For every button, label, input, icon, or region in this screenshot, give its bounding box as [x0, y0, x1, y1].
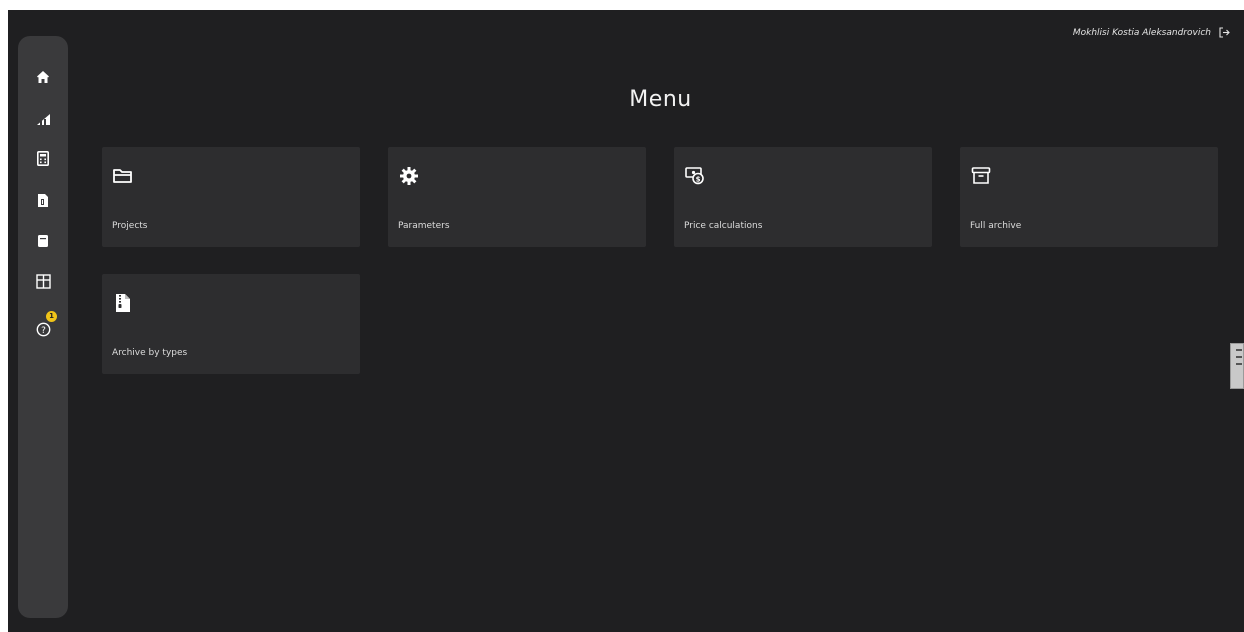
- card-parameters[interactable]: Parameters: [388, 147, 646, 247]
- document-icon: [38, 193, 48, 207]
- home-icon: [37, 71, 49, 83]
- card-label: Projects: [112, 221, 148, 231]
- user-menu[interactable]: Mokhlisi Kostia Aleksandrovich: [1073, 27, 1230, 38]
- card-label: Archive by types: [112, 348, 188, 358]
- svg-text:$: $: [696, 175, 701, 183]
- sidebar-item-home[interactable]: [32, 66, 54, 88]
- side-panel-handle[interactable]: [1230, 343, 1244, 389]
- map-icon: [35, 273, 51, 289]
- card-label: Parameters: [398, 221, 450, 231]
- money-icon: $: [685, 167, 704, 185]
- help-icon: ?: [36, 322, 50, 336]
- sidebar: ? 1: [18, 36, 68, 618]
- card-price-calculations[interactable]: $ Price calculations: [674, 147, 932, 247]
- app-window: ? 1 Mokhlisi Kostia Aleksandrovich Menu …: [8, 10, 1244, 632]
- page-title: Menu: [629, 87, 692, 112]
- sidebar-item-archive[interactable]: [32, 230, 54, 252]
- sidebar-item-calculator[interactable]: [32, 147, 54, 169]
- bar-chart-icon: [36, 114, 50, 125]
- svg-text:?: ?: [41, 326, 46, 336]
- notification-badge: 1: [46, 311, 57, 322]
- user-name: Mokhlisi Kostia Aleksandrovich: [1072, 27, 1211, 38]
- card-projects[interactable]: Projects: [102, 147, 360, 247]
- file-archive-icon: [116, 294, 130, 312]
- card-full-archive[interactable]: Full archive: [960, 147, 1218, 247]
- folder-icon: [113, 169, 132, 183]
- card-label: Price calculations: [684, 221, 763, 231]
- gear-icon: [400, 167, 418, 185]
- card-label: Full archive: [970, 221, 1022, 231]
- archive-icon: [38, 235, 48, 247]
- calculator-icon: [37, 150, 49, 166]
- archive-box-icon: [971, 167, 991, 184]
- logout-icon[interactable]: [1219, 27, 1230, 38]
- card-archive-by-types[interactable]: Archive by types: [102, 274, 360, 374]
- sidebar-item-help[interactable]: ? 1: [32, 311, 57, 340]
- sidebar-item-map[interactable]: [32, 270, 54, 292]
- sidebar-item-document[interactable]: [32, 189, 54, 211]
